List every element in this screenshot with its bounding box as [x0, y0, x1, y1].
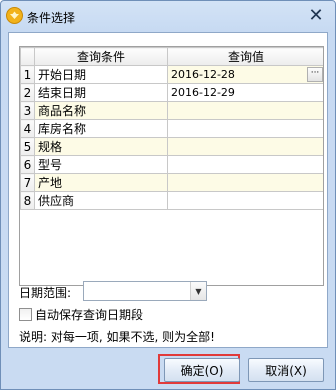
row-number-header — [20, 47, 35, 66]
value-cell[interactable] — [167, 101, 323, 120]
table-row[interactable]: 8 供应商 — [20, 191, 323, 210]
dialog-content: 查询条件 查询值 1 开始日期 2016-12-28 ··· 2 结束日期 20… — [8, 32, 328, 348]
table-row[interactable]: 6 型号 — [20, 155, 323, 174]
table-row[interactable]: 3 商品名称 — [20, 101, 323, 120]
autosave-option[interactable]: 自动保存查询日期段 — [19, 306, 143, 323]
row-number: 6 — [20, 155, 35, 174]
title-bar: 条件选择 ✕ — [1, 1, 335, 33]
condition-cell[interactable]: 结束日期 — [34, 83, 168, 102]
window-title: 条件选择 — [27, 11, 76, 25]
value-cell[interactable] — [167, 155, 323, 174]
condition-cell[interactable]: 库房名称 — [34, 119, 168, 138]
value-cell[interactable] — [167, 173, 323, 192]
ellipsis-button[interactable]: ··· — [307, 67, 323, 82]
close-button[interactable]: ✕ — [303, 4, 329, 26]
date-range-label: 日期范围: — [19, 286, 72, 300]
condition-cell[interactable]: 商品名称 — [34, 101, 168, 120]
condition-cell[interactable]: 产地 — [34, 173, 168, 192]
table-row[interactable]: 1 开始日期 2016-12-28 ··· — [20, 65, 323, 84]
chevron-down-icon[interactable]: ▼ — [190, 282, 206, 300]
table-row[interactable]: 5 规格 — [20, 137, 323, 156]
app-icon — [6, 7, 23, 24]
condition-cell[interactable]: 规格 — [34, 137, 168, 156]
value-cell[interactable] — [167, 137, 323, 156]
row-number: 3 — [20, 101, 35, 120]
row-number: 2 — [20, 83, 35, 102]
value-text: 2016-12-28 — [171, 68, 235, 81]
value-cell[interactable] — [167, 191, 323, 210]
condition-cell[interactable]: 开始日期 — [34, 65, 168, 84]
value-cell[interactable]: 2016-12-29 — [167, 83, 323, 102]
ok-button[interactable]: 确定(O) — [164, 358, 240, 382]
condition-cell[interactable]: 型号 — [34, 155, 168, 174]
value-column-header: 查询值 — [167, 47, 323, 66]
table-row[interactable]: 7 产地 — [20, 173, 323, 192]
date-range-dropdown[interactable]: ▼ — [83, 281, 207, 301]
close-icon: ✕ — [308, 4, 324, 26]
condition-column-header: 查询条件 — [34, 47, 168, 66]
table-row[interactable]: 4 库房名称 — [20, 119, 323, 138]
row-number: 4 — [20, 119, 35, 138]
hint-text: 说明: 对每一项, 如果不选, 则为全部! — [19, 330, 215, 344]
condition-cell[interactable]: 供应商 — [34, 191, 168, 210]
condition-grid: 查询条件 查询值 1 开始日期 2016-12-28 ··· 2 结束日期 20… — [19, 46, 324, 286]
value-cell[interactable]: 2016-12-28 ··· — [167, 65, 323, 84]
row-number: 8 — [20, 191, 35, 210]
row-number: 7 — [20, 173, 35, 192]
autosave-checkbox[interactable] — [19, 308, 32, 321]
row-number: 1 — [20, 65, 35, 84]
autosave-label: 自动保存查询日期段 — [35, 308, 144, 322]
row-number: 5 — [20, 137, 35, 156]
condition-dialog: 条件选择 ✕ 查询条件 查询值 1 开始日期 2016-12-28 ··· 2 … — [0, 0, 336, 390]
table-row[interactable]: 2 结束日期 2016-12-29 — [20, 83, 323, 102]
cancel-button[interactable]: 取消(X) — [248, 358, 324, 382]
value-cell[interactable] — [167, 119, 323, 138]
